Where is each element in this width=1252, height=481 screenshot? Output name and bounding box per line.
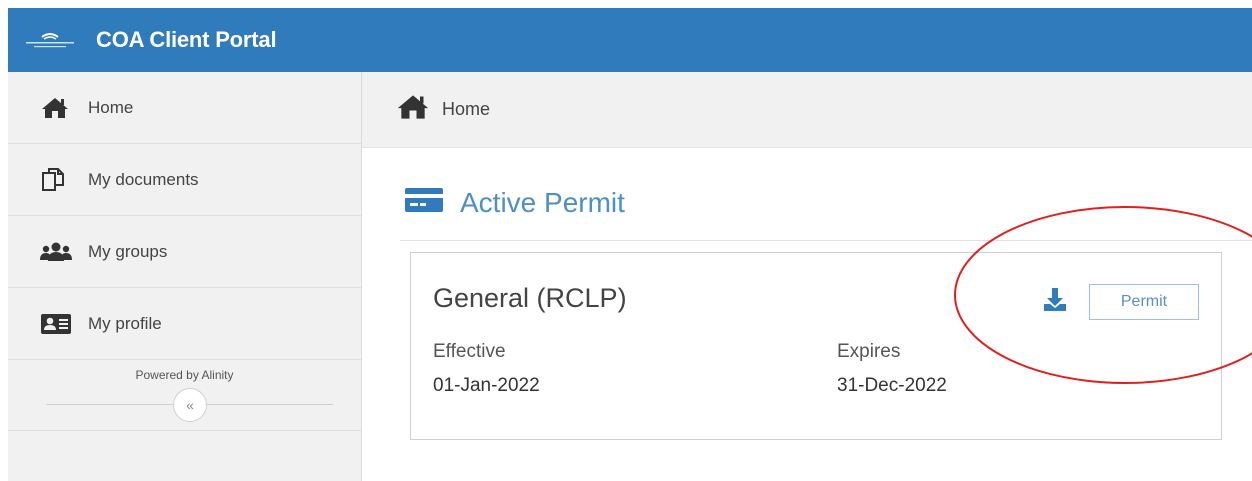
sidebar-item-label: My documents [88, 169, 199, 189]
collapse-sidebar-button[interactable]: « [173, 388, 207, 422]
sidebar-item-label: My profile [88, 313, 162, 333]
effective-label: Effective [433, 341, 506, 362]
double-chevron-left-icon: « [186, 397, 194, 413]
sidebar-item-label: My groups [88, 241, 168, 261]
breadcrumb: Home [362, 72, 1252, 148]
sidebar: Home My documents My groups My profile P… [8, 72, 362, 481]
permit-title: General (RCLP) [433, 283, 627, 313]
section-title: Active Permit [404, 186, 625, 219]
expires-value: 31-Dec-2022 [837, 375, 947, 396]
active-permit-heading: Active Permit [460, 186, 625, 218]
top-bar: COA Client Portal [8, 8, 1252, 72]
profile-card-icon [40, 311, 74, 337]
app-title[interactable]: COA Client Portal [96, 27, 277, 53]
permit-button-label: Permit [1120, 293, 1168, 310]
expires-label: Expires [837, 341, 901, 362]
collapse-row: « [8, 382, 361, 430]
sidebar-item-my-groups[interactable]: My groups [8, 216, 361, 288]
permit-download-button[interactable]: Permit [1089, 284, 1199, 320]
sidebar-item-home[interactable]: Home [8, 72, 361, 144]
permit-card: General (RCLP) Effective 01-Jan-2022 Exp… [410, 252, 1222, 440]
sidebar-item-label: Home [88, 97, 134, 117]
home-icon[interactable] [394, 93, 432, 126]
divider [8, 430, 361, 431]
effective-value: 01-Jan-2022 [433, 375, 540, 396]
home-icon [40, 95, 74, 121]
download-icon[interactable] [1043, 287, 1067, 318]
sidebar-item-my-profile[interactable]: My profile [8, 288, 361, 360]
sidebar-item-my-documents[interactable]: My documents [8, 144, 361, 216]
breadcrumb-home-label[interactable]: Home [442, 99, 490, 120]
credit-card-icon [404, 186, 444, 219]
documents-icon [40, 167, 74, 193]
college-logo-icon[interactable] [20, 28, 80, 52]
groups-icon [40, 239, 74, 265]
powered-by-text: Powered by Alinity [135, 368, 234, 382]
divider [400, 240, 1252, 241]
